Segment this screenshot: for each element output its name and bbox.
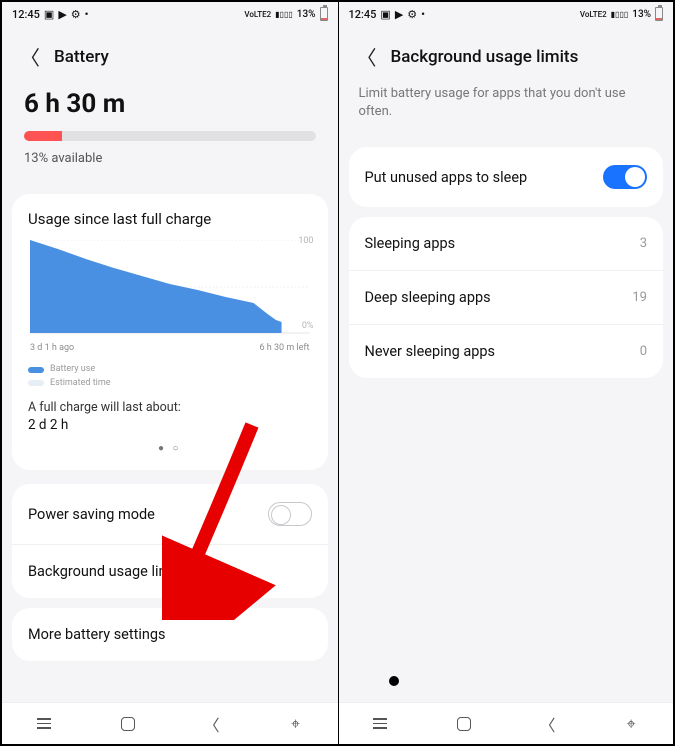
swatch-use (28, 367, 44, 373)
settings-dot-icon: ⚙ (407, 8, 417, 21)
apps-card: Sleeping apps 3 Deep sleeping apps 19 Ne… (349, 217, 664, 378)
network-label: VoLTE2 (580, 10, 607, 19)
sleeping-apps-row[interactable]: Sleeping apps 3 (349, 217, 664, 270)
back-button[interactable]: 〈 (534, 710, 562, 738)
status-time: 12:45 (349, 8, 377, 21)
x-end: 6 h 30 m left (260, 343, 310, 353)
play-icon: ▶ (395, 8, 403, 21)
y-axis-100: 100 (298, 236, 313, 246)
x-start: 3 d 1 h ago (30, 343, 74, 353)
header: 〈 Battery (2, 26, 338, 81)
battery-icon (320, 7, 328, 21)
battery-hero: 6 h 30 m 13% available (2, 81, 338, 180)
power-saving-toggle[interactable] (268, 502, 312, 526)
play-icon: ▶ (58, 8, 66, 21)
nav-bar: 〈 ⌖ (339, 702, 674, 744)
status-bar: 12:45 ▣ ▶ ⚙ • VoLTE2 ▮▯▯▯ 13% (2, 2, 338, 26)
image-icon: ▣ (380, 8, 390, 21)
full-charge-value: 2 d 2 h (28, 417, 312, 433)
home-button[interactable] (450, 710, 478, 738)
back-icon[interactable]: 〈 (20, 42, 40, 71)
settings-card-2: More battery settings (12, 608, 328, 661)
battery-screen: 12:45 ▣ ▶ ⚙ • VoLTE2 ▮▯▯▯ 13% 〈 Battery … (2, 2, 338, 744)
network-label: VoLTE2 (244, 10, 271, 19)
deep-sleeping-apps-row[interactable]: Deep sleeping apps 19 (349, 270, 664, 324)
status-bar: 12:45 ▣ ▶ ⚙ • VoLTE2 ▮▯▯▯ 13% (339, 2, 674, 26)
back-button[interactable]: 〈 (198, 710, 226, 738)
more-settings-row[interactable]: More battery settings (12, 608, 328, 661)
settings-dot-icon: ⚙ (71, 8, 81, 21)
y-axis-0: 0% (302, 321, 314, 331)
swatch-est (28, 380, 44, 386)
more-icon: • (85, 8, 89, 21)
floating-shortcut-icon[interactable] (389, 676, 399, 686)
battery-progress (24, 131, 316, 141)
never-sleeping-apps-row[interactable]: Never sleeping apps 0 (349, 324, 664, 378)
page-title: Battery (54, 47, 109, 67)
more-icon: • (421, 8, 425, 21)
put-sleep-row[interactable]: Put unused apps to sleep (349, 147, 664, 207)
chart-legend: Battery use Estimated time (28, 363, 312, 390)
nav-bar: 〈 ⌖ (2, 702, 338, 744)
home-button[interactable] (114, 710, 142, 738)
available-label: 13% available (24, 151, 316, 166)
signal-icon: ▮▯▯▯ (275, 10, 293, 19)
page-subtitle: Limit battery usage for apps that you do… (339, 81, 674, 137)
settings-card-1: Power saving mode Background usage limit… (12, 484, 328, 598)
header: 〈 Background usage limits (339, 26, 674, 81)
status-time: 12:45 (12, 8, 40, 21)
battery-pct: 13% (632, 9, 651, 20)
power-saving-row[interactable]: Power saving mode (12, 484, 328, 544)
accessibility-button[interactable]: ⌖ (617, 710, 645, 738)
usage-card[interactable]: Usage since last full charge 100 0% 3 d … (12, 194, 328, 470)
back-icon[interactable]: 〈 (357, 42, 377, 71)
battery-pct: 13% (297, 9, 316, 20)
image-icon: ▣ (44, 8, 54, 21)
signal-icon: ▮▯▯▯ (611, 10, 629, 19)
remaining-time: 6 h 30 m (24, 89, 316, 119)
usage-chart: 100 0% (30, 240, 310, 335)
battery-progress-fill (24, 131, 62, 141)
bg-limits-screen: 12:45 ▣ ▶ ⚙ • VoLTE2 ▮▯▯▯ 13% 〈 Backgrou… (338, 2, 674, 744)
recents-button[interactable] (366, 710, 394, 738)
put-sleep-toggle[interactable] (603, 165, 647, 189)
usage-title: Usage since last full charge (28, 210, 312, 228)
put-sleep-card: Put unused apps to sleep (349, 147, 664, 207)
recents-button[interactable] (30, 710, 58, 738)
page-dots[interactable]: ● ○ (28, 443, 312, 454)
battery-icon (655, 7, 663, 21)
page-title: Background usage limits (391, 47, 579, 67)
full-charge-label: A full charge will last about: (28, 400, 312, 415)
bg-limits-row[interactable]: Background usage limits (12, 544, 328, 598)
accessibility-button[interactable]: ⌖ (282, 710, 310, 738)
